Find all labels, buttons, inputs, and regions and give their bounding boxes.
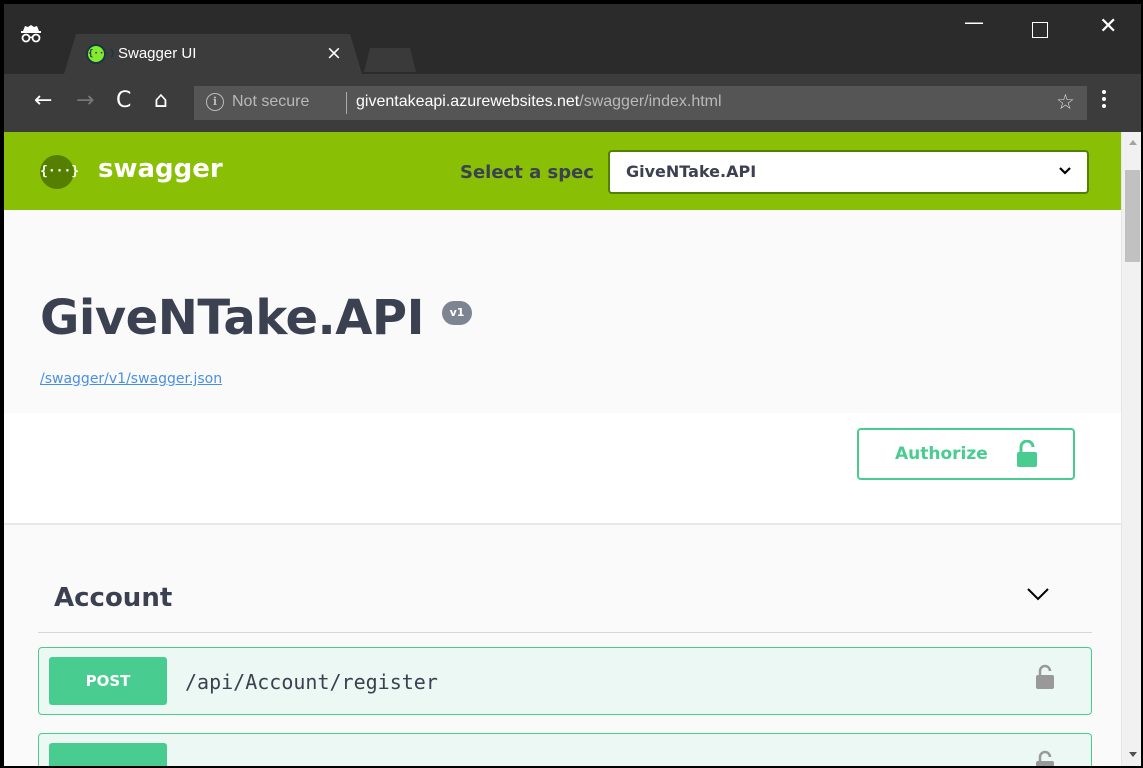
http-method-badge xyxy=(49,743,167,766)
api-info: GiveNTake.API v1 /swagger/v1/swagger.jso… xyxy=(4,210,1121,413)
url-path: /swagger/index.html xyxy=(579,93,722,110)
spec-select-label: Select a spec xyxy=(460,162,594,183)
swagger-logo-icon[interactable]: {···} xyxy=(40,155,79,189)
unlock-icon[interactable] xyxy=(1035,750,1055,768)
new-tab-button[interactable] xyxy=(364,48,416,72)
http-method-badge: POST xyxy=(49,657,167,705)
operations-section: Account POST /api/Account/register xyxy=(4,525,1121,768)
url-text[interactable]: giventakeapi.azurewebsites.net/swagger/i… xyxy=(356,93,722,111)
browser-toolbar: ← → C ⌂ i Not secure giventakeapi.azurew… xyxy=(4,74,1141,132)
swagger-favicon-icon: {···} xyxy=(86,44,106,64)
tag-header-account[interactable]: Account xyxy=(38,559,1092,633)
opblock-post[interactable] xyxy=(38,733,1092,768)
auth-wrapper: Authorize xyxy=(4,413,1121,525)
scroll-thumb[interactable] xyxy=(1125,170,1140,262)
authorize-label: Authorize xyxy=(895,444,988,464)
swagger-topbar: {···} swagger Select a spec GiveNTake.AP… xyxy=(4,132,1121,210)
incognito-icon xyxy=(21,25,41,43)
reload-icon[interactable]: C xyxy=(116,89,131,113)
scroll-down-icon[interactable] xyxy=(1129,752,1137,757)
minimize-icon[interactable]: — xyxy=(964,10,984,34)
star-icon[interactable]: ☆ xyxy=(1056,90,1075,114)
chevron-down-icon[interactable] xyxy=(1026,587,1050,601)
version-badge: v1 xyxy=(442,301,472,325)
url-host: giventakeapi.azurewebsites.net xyxy=(356,93,580,110)
spec-select-value: GiveNTake.API xyxy=(626,162,757,181)
browser-window: {···} Swagger UI × — ✕ ← → C ⌂ i Not sec… xyxy=(0,0,1143,768)
unlock-icon xyxy=(1017,440,1037,467)
scroll-up-icon[interactable] xyxy=(1129,140,1137,145)
address-bar[interactable]: i Not secure giventakeapi.azurewebsites.… xyxy=(194,86,1087,120)
opblock-post[interactable]: POST /api/Account/register xyxy=(38,647,1092,715)
tab-close-icon[interactable]: × xyxy=(326,42,342,64)
vertical-scrollbar[interactable] xyxy=(1121,132,1141,766)
operation-path: /api/Account/register xyxy=(185,670,438,694)
spec-json-link[interactable]: /swagger/v1/swagger.json xyxy=(40,371,222,387)
tab-title: Swagger UI xyxy=(118,45,197,62)
spec-select[interactable]: GiveNTake.API xyxy=(608,150,1089,194)
tag-name: Account xyxy=(54,583,173,613)
forward-icon[interactable]: → xyxy=(76,89,94,113)
maximize-icon[interactable] xyxy=(1032,22,1048,38)
authorize-button[interactable]: Authorize xyxy=(857,428,1075,480)
browser-tab[interactable]: {···} Swagger UI × xyxy=(64,34,362,74)
title-bar: {···} Swagger UI × — ✕ xyxy=(4,4,1141,74)
menu-icon[interactable] xyxy=(1102,90,1108,111)
api-title: GiveNTake.API xyxy=(40,290,424,346)
chevron-down-icon xyxy=(1059,167,1071,175)
address-separator xyxy=(346,92,347,114)
swagger-brand[interactable]: swagger xyxy=(98,154,223,184)
home-icon[interactable]: ⌂ xyxy=(154,89,168,113)
info-icon[interactable]: i xyxy=(206,93,224,111)
unlock-icon[interactable] xyxy=(1035,664,1055,690)
window-close-icon[interactable]: ✕ xyxy=(1099,14,1117,39)
back-icon[interactable]: ← xyxy=(34,89,52,113)
page-viewport: {···} swagger Select a spec GiveNTake.AP… xyxy=(4,132,1121,768)
security-label[interactable]: Not secure xyxy=(232,93,309,111)
